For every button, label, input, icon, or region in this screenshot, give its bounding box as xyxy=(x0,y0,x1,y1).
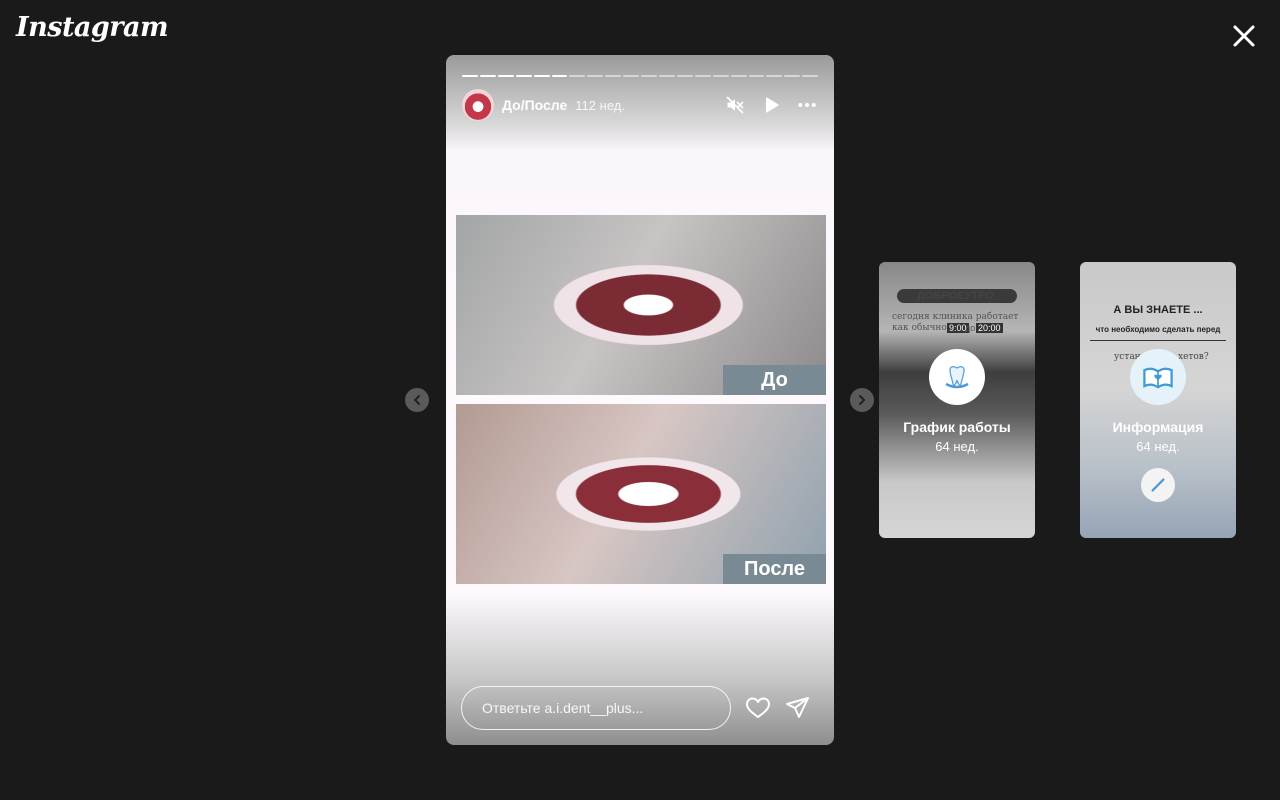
preview-bg-text: ДОБРОЕУТРО xyxy=(917,290,994,302)
preview-title: Информация xyxy=(1112,419,1204,435)
progress-segment xyxy=(533,75,550,77)
preview-bg-text: как обычно с xyxy=(892,323,955,333)
progress-segment xyxy=(623,75,640,77)
previous-story-button[interactable] xyxy=(405,388,429,412)
send-icon xyxy=(786,697,809,718)
preview-avatar xyxy=(929,349,985,405)
progress-segment xyxy=(569,75,586,77)
more-horizontal-icon xyxy=(798,103,816,107)
progress-segment xyxy=(641,75,657,77)
preview-timestamp: 64 нед. xyxy=(935,439,979,454)
after-photo: После xyxy=(456,404,826,584)
progress-segment xyxy=(605,75,622,77)
before-label: До xyxy=(723,365,826,395)
avatar[interactable] xyxy=(462,89,494,121)
preview-divider xyxy=(1090,340,1226,341)
story-header-actions xyxy=(724,94,818,116)
chevron-left-icon xyxy=(413,395,420,405)
preview-bg-text: до xyxy=(965,323,976,333)
story-timestamp: 112 нед. xyxy=(575,97,625,113)
progress-segment xyxy=(766,75,783,77)
reply-input[interactable]: Ответьте a.i.dent__plus... xyxy=(461,686,731,730)
play-icon xyxy=(766,97,779,113)
progress-segment xyxy=(748,75,765,77)
tooth-icon xyxy=(945,366,969,389)
next-story-button[interactable] xyxy=(850,388,874,412)
after-label: После xyxy=(723,554,826,584)
like-button[interactable] xyxy=(745,695,771,721)
progress-segment xyxy=(658,75,675,77)
progress-segment xyxy=(497,75,514,77)
progress-segment xyxy=(462,75,478,77)
progress-segment xyxy=(694,75,711,77)
progress-segment xyxy=(479,75,496,77)
story-author-name[interactable]: До/После xyxy=(502,97,567,113)
instagram-logo[interactable]: Instagram xyxy=(16,12,169,43)
chevron-right-icon xyxy=(859,395,866,405)
preview-bg-text: А ВЫ ЗНАЕТЕ ... xyxy=(1113,304,1203,316)
preview-avatar xyxy=(1130,349,1186,405)
preview-bg-text: 20:00 xyxy=(976,323,1003,333)
story-header: До/После 112 нед. xyxy=(462,89,818,121)
progress-segment xyxy=(587,75,604,77)
preview-title: График работы xyxy=(903,419,1011,435)
share-button[interactable] xyxy=(785,695,811,721)
story-preview-info[interactable]: А ВЫ ЗНАЕТЕ ... что необходимо сделать п… xyxy=(1080,262,1236,538)
close-button[interactable] xyxy=(1228,20,1260,52)
book-heart-icon xyxy=(1143,367,1173,389)
mute-button[interactable] xyxy=(724,94,746,116)
progress-segment xyxy=(676,75,693,77)
play-button[interactable] xyxy=(760,94,782,116)
progress-segment xyxy=(802,75,819,77)
preview-sticker xyxy=(1141,468,1175,502)
progress-segment xyxy=(515,75,532,77)
preview-timestamp: 64 нед. xyxy=(1136,439,1180,454)
preview-bg-text: что необходимо сделать перед xyxy=(1095,325,1221,334)
preview-bg-text: хетов? xyxy=(1178,352,1209,362)
toothbrush-icon xyxy=(1151,478,1165,492)
preview-bg-text: сегодня клиника работает xyxy=(892,312,1019,322)
progress-segment xyxy=(712,75,729,77)
active-story[interactable]: До/После 112 нед. До После Ответьте a.i.… xyxy=(446,55,834,745)
speaker-muted-icon xyxy=(726,96,744,114)
story-progress-bar xyxy=(462,75,819,77)
heart-icon xyxy=(746,697,770,718)
close-icon xyxy=(1233,25,1255,47)
progress-segment xyxy=(784,75,801,77)
progress-segment xyxy=(551,75,568,77)
before-photo: До xyxy=(456,215,826,395)
more-options-button[interactable] xyxy=(796,94,818,116)
progress-segment xyxy=(730,75,747,77)
story-preview-schedule[interactable]: ДОБРОЕУТРО сегодня клиника работает как … xyxy=(879,262,1035,538)
